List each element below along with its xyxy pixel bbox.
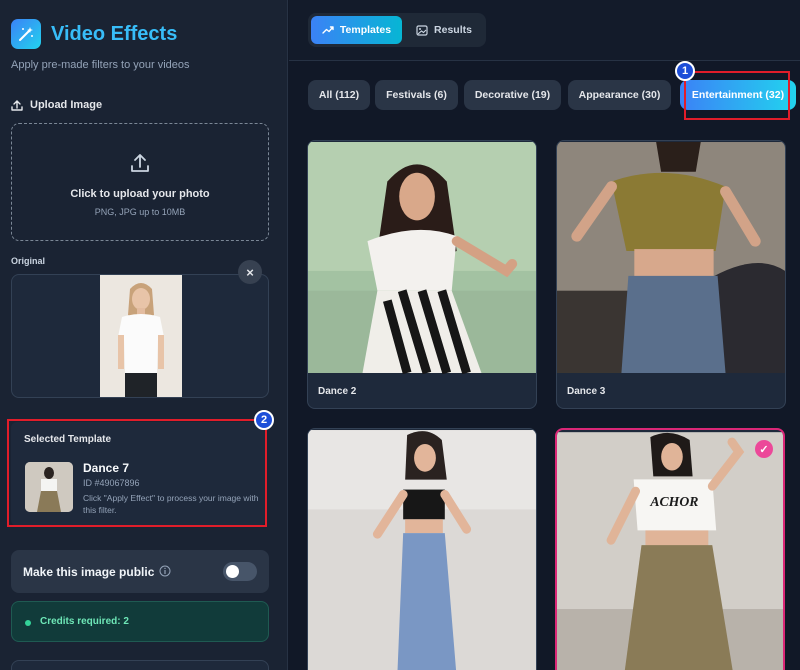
dropzone-hint: PNG, JPG up to 10MB xyxy=(94,207,186,217)
original-photo xyxy=(100,275,182,397)
template-card-3[interactable] xyxy=(307,428,537,670)
public-toggle-row: Make this image public xyxy=(11,550,269,593)
magic-wand-icon xyxy=(11,19,41,49)
original-preview xyxy=(11,274,269,398)
template-card-4[interactable]: ACHOR ✓ xyxy=(555,428,785,670)
public-label: Make this image public xyxy=(23,565,155,579)
template-name: Dance 3 xyxy=(567,386,606,397)
template-preview-dance-2 xyxy=(308,142,536,374)
filter-chip-all[interactable]: All (112) xyxy=(308,80,370,110)
annotation-badge-2: 2 xyxy=(254,410,274,430)
brand: Video Effects xyxy=(11,19,177,49)
tab-results[interactable]: Results xyxy=(405,16,483,44)
tab-templates-label: Templates xyxy=(339,24,392,36)
template-preview-3 xyxy=(308,430,536,670)
credits-status-dot xyxy=(25,620,31,626)
filter-chip-festivals[interactable]: Festivals (6) xyxy=(375,80,458,110)
tab-results-label: Results xyxy=(434,24,472,36)
template-name: Dance 2 xyxy=(318,386,357,397)
view-tabs: Templates Results xyxy=(308,13,486,47)
annotation-box-2 xyxy=(7,419,267,527)
public-toggle[interactable] xyxy=(223,562,257,581)
tab-templates[interactable]: Templates xyxy=(311,16,402,44)
filter-chip-decorative[interactable]: Decorative (19) xyxy=(464,80,561,110)
template-card-dance-2[interactable]: Dance 2 xyxy=(307,140,537,409)
template-preview-4: ACHOR xyxy=(557,432,783,670)
toggle-knob xyxy=(226,565,239,578)
svg-text:ACHOR: ACHOR xyxy=(649,494,698,509)
original-label: Original xyxy=(11,256,46,266)
upload-dropzone[interactable]: Click to upload your photo PNG, JPG up t… xyxy=(11,123,269,241)
app-title: Video Effects xyxy=(51,22,178,45)
remove-image-button[interactable]: × xyxy=(238,260,262,284)
selected-check-icon: ✓ xyxy=(755,440,773,458)
credits-required: Credits required: 2 xyxy=(40,616,129,627)
trend-icon xyxy=(322,26,334,34)
upload-icon xyxy=(11,100,23,111)
sidebar: Video Effects Apply pre-made filters to … xyxy=(0,0,288,670)
upload-image-label: Upload Image xyxy=(11,99,102,111)
app-subtitle: Apply pre-made filters to your videos xyxy=(11,59,190,71)
apply-effect-button[interactable] xyxy=(11,660,269,670)
template-preview-dance-3 xyxy=(557,142,785,373)
annotation-box-1 xyxy=(684,71,790,120)
top-bar: Templates Results xyxy=(289,0,800,61)
image-icon xyxy=(416,24,428,36)
annotation-badge-1: 1 xyxy=(675,61,695,81)
template-card-dance-3[interactable]: Dance 3 xyxy=(556,140,786,409)
dropzone-title: Click to upload your photo xyxy=(70,188,210,200)
info-icon[interactable] xyxy=(159,565,171,577)
credits-panel: Credits required: 2 xyxy=(11,601,269,642)
filter-chip-appearance[interactable]: Appearance (30) xyxy=(568,80,671,110)
upload-icon xyxy=(131,154,149,172)
upload-image-text: Upload Image xyxy=(30,99,103,111)
